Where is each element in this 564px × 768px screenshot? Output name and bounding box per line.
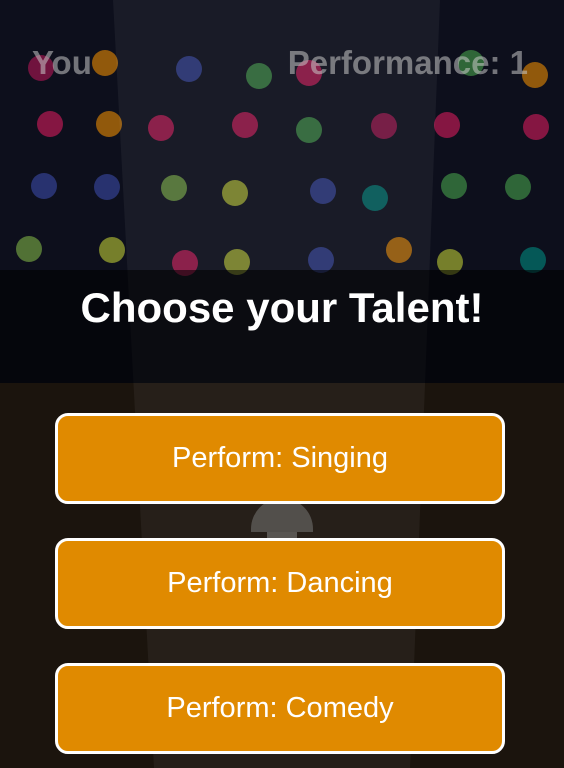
player-label: You [32,44,92,81]
audience-member [505,174,531,200]
audience-member [37,111,63,137]
audience-member [434,112,460,138]
audience-member [96,111,122,137]
perform-comedy-button[interactable]: Perform: Comedy [55,663,505,754]
stage-scene [0,0,564,768]
audience-member [441,173,467,199]
perform-singing-button[interactable]: Perform: Singing [55,413,505,504]
audience-member [99,237,125,263]
performance-counter: Performance: 1 [287,44,528,81]
audience-member [31,173,57,199]
audience-member [523,114,549,140]
audience-member [94,174,120,200]
perform-dancing-button[interactable]: Perform: Dancing [55,538,505,629]
audience-member [16,236,42,262]
choose-talent-heading: Choose your Talent! [80,284,484,331]
audience-member [92,50,118,76]
